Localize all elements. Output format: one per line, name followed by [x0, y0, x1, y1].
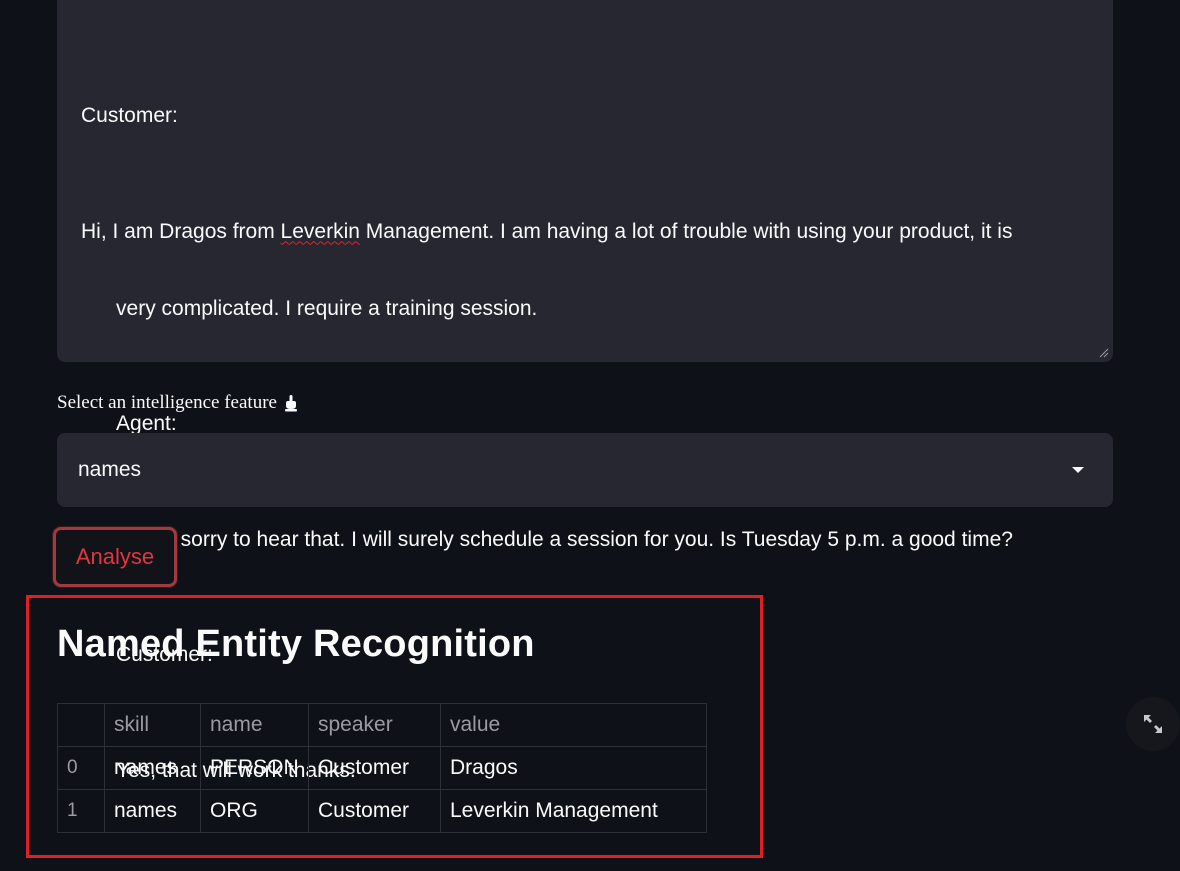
feature-select-label: Select an intelligence feature: [57, 392, 299, 414]
transcript-line: very complicated. I require a training s…: [81, 251, 1089, 367]
column-header-name[interactable]: name: [200, 703, 309, 747]
cell-name: PERSON: [200, 746, 309, 790]
cell-skill: names: [104, 746, 201, 790]
cell-speaker: Customer: [308, 789, 441, 833]
resize-grip-icon[interactable]: [1099, 348, 1109, 358]
transcript-line: Hi, I am Dragos from Leverkin Management…: [81, 213, 1089, 252]
transcript-line-text: Management. I am having a lot of trouble…: [359, 219, 1013, 243]
table-row: 1 names ORG Customer Leverkin Management: [57, 789, 707, 833]
column-header-speaker[interactable]: speaker: [308, 703, 441, 747]
cell-name: ORG: [200, 789, 309, 833]
column-header-value[interactable]: value: [440, 703, 707, 747]
transcript-textarea[interactable]: Customer: Hi, I am Dragos from Leverkin …: [57, 0, 1113, 782]
transcript-line: Customer:: [81, 20, 1089, 213]
cell-speaker: Customer: [308, 746, 441, 790]
chevron-down-icon[interactable]: [1072, 467, 1084, 473]
row-index: 0: [57, 746, 105, 790]
table-row: 0 names PERSON Customer Dragos: [57, 746, 707, 790]
app-main: Customer: Hi, I am Dragos from Leverkin …: [0, 0, 1180, 871]
cell-value: Dragos: [440, 746, 707, 790]
expand-arrows-icon: [1144, 715, 1162, 733]
transcript-line-text: Customer:: [81, 104, 178, 127]
feature-select[interactable]: names: [57, 433, 1113, 507]
transcript-line-text: Agent:: [116, 412, 177, 435]
analyse-button-label: Analyse: [75, 544, 155, 569]
table-header-row: skill name speaker value: [57, 703, 707, 747]
transcript-line-text: Hi, I am Dragos from: [81, 219, 281, 243]
spellcheck-flagged-word: Leverkin: [280, 219, 360, 243]
feature-select-label-text: Select an intelligence feature: [57, 392, 277, 413]
cell-value: Leverkin Management: [440, 789, 707, 833]
transcript-line-text: very complicated. I require a training s…: [116, 296, 538, 320]
row-index: 1: [57, 789, 105, 833]
pointing-down-hand-icon: [284, 395, 297, 412]
transcript-line-text: Hi, I'm sorry to hear that. I will surel…: [116, 527, 1013, 551]
results-title: Named Entity Recognition: [57, 623, 535, 665]
cell-skill: names: [104, 789, 201, 833]
analyse-button[interactable]: Analyse: [53, 527, 177, 587]
column-header-skill[interactable]: skill: [104, 703, 201, 747]
column-header-index[interactable]: [57, 703, 105, 747]
feature-select-value: names: [78, 458, 142, 481]
results-table: skill name speaker value 0 names PERSON …: [57, 703, 707, 833]
fullscreen-button[interactable]: [1126, 697, 1180, 751]
